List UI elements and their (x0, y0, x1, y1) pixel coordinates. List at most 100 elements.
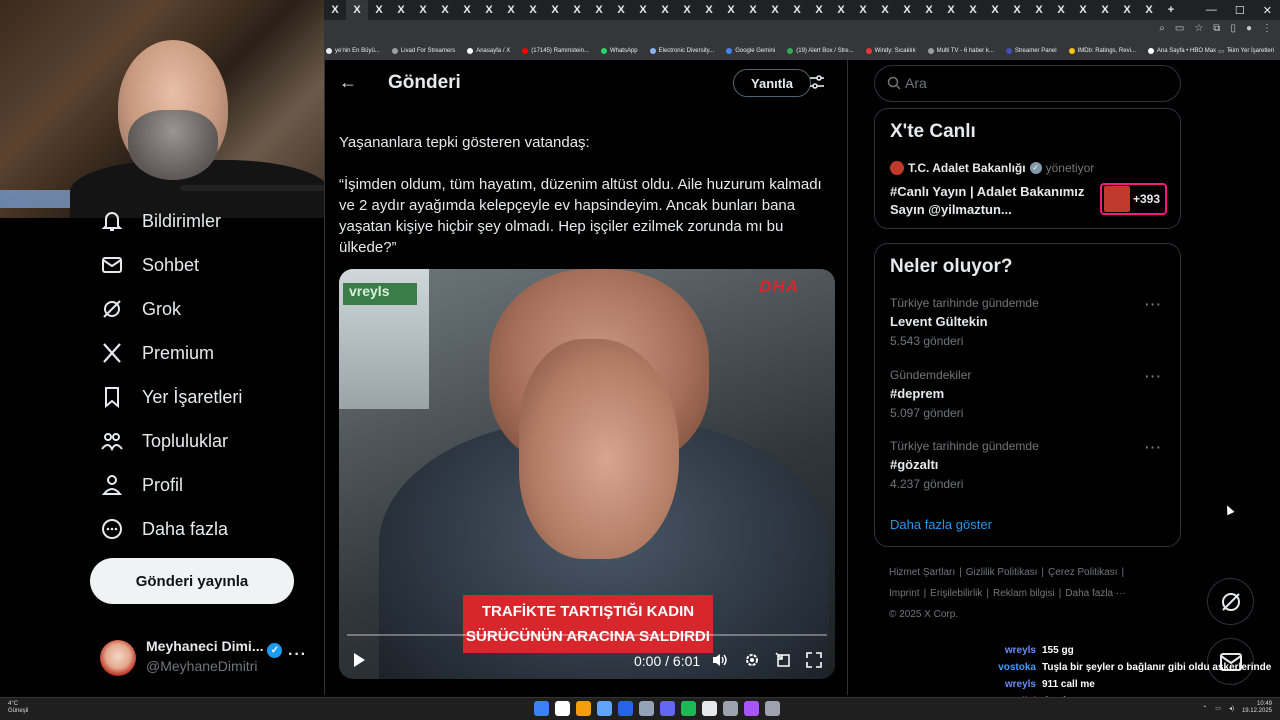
close-window-button[interactable]: ✕ (1263, 4, 1272, 17)
clock[interactable]: 10:49 19.12.2025 (1242, 701, 1272, 715)
browser-tab[interactable]: X (544, 0, 566, 20)
more-options-icon[interactable]: ··· (288, 646, 307, 664)
video-player[interactable]: vreyls DHA TRAFİKTE TARTIŞTIĞI KADIN SÜR… (339, 269, 835, 679)
volume-icon[interactable] (711, 652, 729, 668)
bookmark-item[interactable]: Google Gemini (726, 48, 775, 54)
trend-more-icon[interactable]: ··· (1145, 296, 1162, 312)
browser-tab[interactable]: X (940, 0, 962, 20)
browser-tab[interactable]: X (324, 0, 346, 20)
browser-tab[interactable]: X (566, 0, 588, 20)
browser-tab[interactable]: X (500, 0, 522, 20)
nav-item[interactable]: Daha fazla (100, 515, 228, 543)
bookmark-item[interactable]: Streamer Panel (1005, 48, 1057, 54)
grok-fab[interactable] (1207, 578, 1254, 625)
new-tab-button[interactable]: + (1160, 0, 1182, 20)
nav-item[interactable]: Topluluklar (100, 427, 228, 455)
fullscreen-icon[interactable] (806, 652, 822, 668)
browser-tab[interactable]: X (786, 0, 808, 20)
nav-item[interactable]: Bildirimler (100, 207, 221, 235)
trend-item[interactable]: Gündemdekiler #deprem 5.097 gönderi ··· (890, 368, 1170, 420)
browser-tab[interactable]: X (1072, 0, 1094, 20)
browser-tab[interactable]: X (368, 0, 390, 20)
browser-tab[interactable]: X (676, 0, 698, 20)
bookmark-item[interactable]: (19) Alert Box / Stre... (787, 48, 854, 54)
browser-tab[interactable]: X (346, 0, 368, 20)
browser-tab[interactable]: X (764, 0, 786, 20)
live-viewers-badge[interactable]: +393 (1100, 183, 1167, 215)
browser-tab[interactable]: X (808, 0, 830, 20)
browser-tab[interactable]: X (588, 0, 610, 20)
bookmark-item[interactable]: Windy: Sıcaklık (865, 48, 916, 54)
browser-tab[interactable]: X (390, 0, 412, 20)
taskbar-app-icon[interactable] (639, 701, 654, 716)
taskbar-app-icon[interactable] (597, 701, 612, 716)
live-source[interactable]: T.C. Adalet Bakanlığı ✓ yönetiyor (890, 161, 1094, 175)
bookmark-item[interactable]: WhatsApp (600, 48, 638, 54)
back-arrow-icon[interactable]: ← (339, 72, 357, 93)
bookmark-item[interactable]: (17145) Rammstein... (522, 48, 589, 54)
browser-tab[interactable]: X (1050, 0, 1072, 20)
browser-tab[interactable]: X (632, 0, 654, 20)
url-field[interactable] (330, 22, 1280, 40)
browser-tab[interactable]: X (1028, 0, 1050, 20)
browser-tab[interactable]: X (698, 0, 720, 20)
bookmark-item[interactable]: Livad For Streamers (391, 48, 455, 54)
browser-tab[interactable]: X (720, 0, 742, 20)
browser-tab[interactable]: X (654, 0, 676, 20)
browser-tab[interactable]: X (1138, 0, 1160, 20)
nav-item[interactable]: Premium (100, 339, 214, 367)
browser-tab[interactable]: X (984, 0, 1006, 20)
footer-link[interactable]: Erişilebilirlik (930, 588, 982, 599)
zoom-icon[interactable]: ⌕ (1159, 23, 1165, 34)
taskbar-app-icon[interactable] (681, 701, 696, 716)
browser-tab[interactable]: X (1116, 0, 1138, 20)
browser-tab[interactable]: X (412, 0, 434, 20)
bookmark-item[interactable]: Ana Sayfa • HBO Max (1147, 48, 1216, 54)
nav-item[interactable]: Yer İşaretleri (100, 383, 242, 411)
footer-link[interactable]: Gizlilik Politikası (966, 567, 1038, 578)
all-bookmarks[interactable]: ▭ Tüm Yer İşaretleri (1218, 42, 1274, 60)
taskbar-app-icon[interactable] (618, 701, 633, 716)
taskbar-app-icon[interactable] (576, 701, 591, 716)
settings-icon[interactable] (744, 652, 760, 668)
nav-item[interactable]: Sohbet (100, 251, 199, 279)
browser-tab[interactable]: X (896, 0, 918, 20)
live-stream-title[interactable]: #Canlı Yayın | Adalet Bakanımız Sayın @y… (890, 183, 1090, 219)
weather-widget[interactable]: 4°C Güneşli (8, 701, 28, 715)
menu-icon[interactable]: ⋮ (1262, 23, 1272, 34)
volume-tray-icon[interactable]: ◂) (1229, 705, 1234, 712)
bookmark-item[interactable]: ye'nin En Büyü... (326, 48, 380, 54)
browser-tab[interactable]: X (456, 0, 478, 20)
footer-link[interactable]: Çerez Politikası (1048, 567, 1117, 578)
bookmark-item[interactable]: Anasayfa / X (467, 48, 510, 54)
cast-icon[interactable]: ▭ (1175, 23, 1184, 34)
play-icon[interactable] (351, 652, 367, 668)
post-button[interactable]: Gönderi yayınla (90, 558, 294, 604)
show-more-link[interactable]: Daha fazla göster (890, 517, 992, 532)
taskbar-app-icon[interactable] (723, 701, 738, 716)
minimize-button[interactable]: — (1206, 4, 1217, 16)
browser-tab[interactable]: X (852, 0, 874, 20)
profile-icon[interactable]: ● (1246, 23, 1252, 34)
browser-tab[interactable]: X (1006, 0, 1028, 20)
tray-chevron-icon[interactable]: ⌃ (1202, 705, 1207, 712)
nav-item[interactable]: Grok (100, 295, 181, 323)
search-input[interactable]: Ara (874, 65, 1181, 102)
nav-item[interactable]: Profil (100, 471, 183, 499)
sidepanel-icon[interactable]: ▯ (1230, 23, 1236, 34)
network-icon[interactable]: ▭ (1215, 705, 1221, 712)
browser-tab[interactable]: X (742, 0, 764, 20)
footer-link[interactable]: Daha fazla ··· (1065, 588, 1126, 599)
browser-tab[interactable]: X (434, 0, 456, 20)
extensions-icon[interactable]: ⧉ (1213, 23, 1220, 34)
bookmark-item[interactable]: IMDb: Ratings, Revi... (1068, 48, 1136, 54)
maximize-button[interactable]: ☐ (1235, 4, 1245, 17)
trend-item[interactable]: Türkiye tarihinde gündemde #gözaltı 4.237 … (890, 439, 1170, 491)
browser-tab[interactable]: X (522, 0, 544, 20)
footer-link[interactable]: Reklam bilgisi (993, 588, 1055, 599)
taskbar-app-icon[interactable] (702, 701, 717, 716)
account-switcher[interactable]: Meyhaneci Dimi... ✓ @MeyhaneDimitri ··· (100, 636, 320, 676)
taskbar-app-icon[interactable] (660, 701, 675, 716)
taskbar-app-icon[interactable] (534, 701, 549, 716)
filter-icon[interactable] (809, 74, 825, 90)
